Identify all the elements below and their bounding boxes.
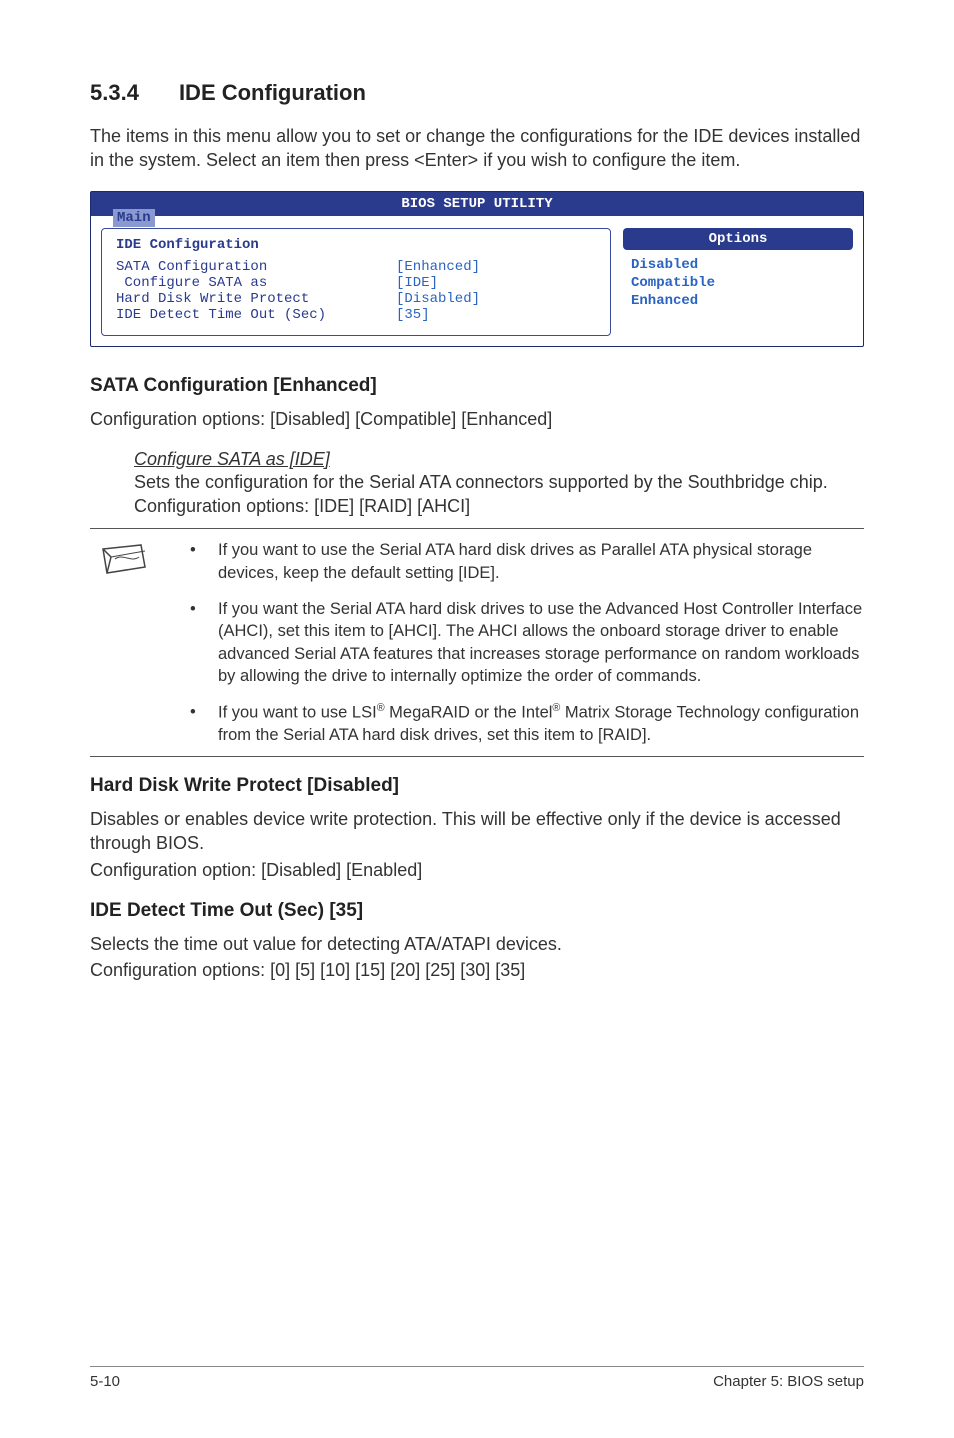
- bios-row-value: [IDE]: [396, 275, 438, 291]
- configure-sata-as-heading: Configure SATA as [IDE]: [134, 449, 864, 470]
- bios-setup-utility: BIOS SETUP UTILITY Main IDE Configuratio…: [90, 191, 864, 347]
- section-title-text: IDE Configuration: [179, 80, 366, 105]
- sata-config-heading: SATA Configuration [Enhanced]: [90, 375, 864, 397]
- note-box: • If you want to use the Serial ATA hard…: [90, 528, 864, 757]
- bios-row-value: [35]: [396, 307, 430, 323]
- bios-tab-main[interactable]: Main: [113, 209, 155, 227]
- configure-sata-as-text: Sets the configuration for the Serial AT…: [134, 470, 864, 519]
- bios-row[interactable]: Hard Disk Write Protect [Disabled]: [116, 291, 596, 307]
- bios-row[interactable]: Configure SATA as [IDE]: [116, 275, 596, 291]
- page-footer: 5-10 Chapter 5: BIOS setup: [90, 1366, 864, 1390]
- ide-timeout-text: Selects the time out value for detecting…: [90, 932, 864, 956]
- registered-mark: ®: [377, 702, 385, 714]
- bios-row-label: Configure SATA as: [116, 275, 396, 291]
- sata-config-options: Configuration options: [Disabled] [Compa…: [90, 407, 864, 431]
- bios-option[interactable]: Compatible: [631, 274, 853, 292]
- bios-titlebar: BIOS SETUP UTILITY Main: [91, 192, 863, 216]
- bios-utility-title: BIOS SETUP UTILITY: [401, 196, 552, 212]
- bios-panel-heading: IDE Configuration: [116, 237, 596, 253]
- bios-row-label: Hard Disk Write Protect: [116, 291, 396, 307]
- ide-timeout-heading: IDE Detect Time Out (Sec) [35]: [90, 900, 864, 922]
- note-text-1: If you want to use the Serial ATA hard d…: [218, 539, 864, 584]
- ide-timeout-options: Configuration options: [0] [5] [10] [15]…: [90, 958, 864, 982]
- hdwp-text: Disables or enables device write protect…: [90, 807, 864, 856]
- page-number: 5-10: [90, 1373, 120, 1390]
- bullet-icon: •: [190, 701, 218, 746]
- bios-settings-panel: IDE Configuration SATA Configuration [En…: [101, 228, 611, 336]
- bullet-icon: •: [190, 539, 218, 584]
- bios-row[interactable]: IDE Detect Time Out (Sec) [35]: [116, 307, 596, 323]
- bios-row[interactable]: SATA Configuration [Enhanced]: [116, 259, 596, 275]
- note-text-2: If you want the Serial ATA hard disk dri…: [218, 598, 864, 687]
- note-item: • If you want to use the Serial ATA hard…: [158, 539, 864, 584]
- hdwp-options: Configuration option: [Disabled] [Enable…: [90, 858, 864, 882]
- section-heading: 5.3.4 IDE Configuration: [90, 80, 864, 106]
- section-number: 5.3.4: [90, 80, 139, 106]
- hdwp-heading: Hard Disk Write Protect [Disabled]: [90, 775, 864, 797]
- bullet-icon: •: [190, 598, 218, 687]
- note-item: • If you want the Serial ATA hard disk d…: [158, 598, 864, 687]
- bios-row-label: SATA Configuration: [116, 259, 396, 275]
- bios-option[interactable]: Disabled: [631, 256, 853, 274]
- bios-row-value: [Disabled]: [396, 291, 480, 307]
- bios-row-value: [Enhanced]: [396, 259, 480, 275]
- bios-option[interactable]: Enhanced: [631, 292, 853, 310]
- note-item: • If you want to use LSI® MegaRAID or th…: [158, 701, 864, 746]
- note-icon: [101, 543, 147, 577]
- note-text-3: If you want to use LSI® MegaRAID or the …: [218, 701, 864, 746]
- chapter-label: Chapter 5: BIOS setup: [713, 1373, 864, 1390]
- bios-row-label: IDE Detect Time Out (Sec): [116, 307, 396, 323]
- bios-options-header: Options: [623, 228, 853, 250]
- section-intro: The items in this menu allow you to set …: [90, 124, 864, 173]
- bios-options-panel: Options Disabled Compatible Enhanced: [623, 228, 853, 336]
